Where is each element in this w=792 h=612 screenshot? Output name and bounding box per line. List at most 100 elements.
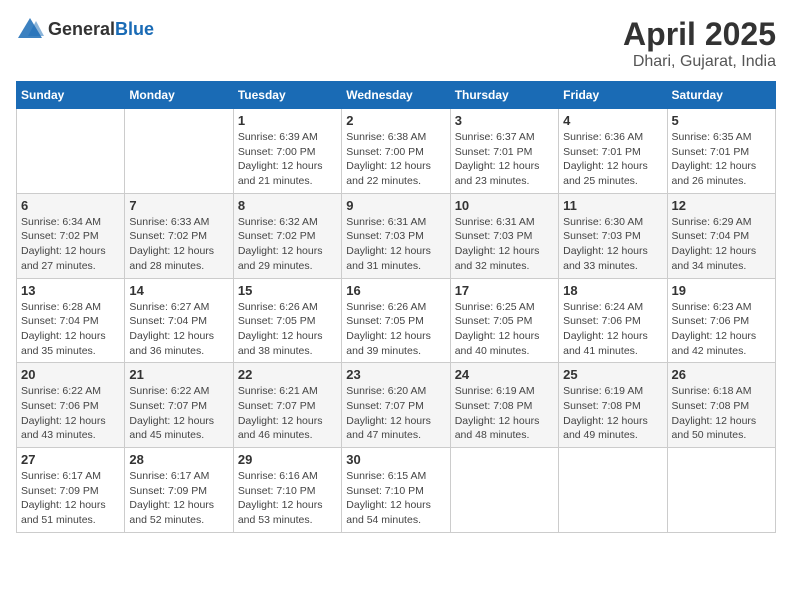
day-detail: Sunrise: 6:26 AMSunset: 7:05 PMDaylight:… bbox=[346, 300, 445, 359]
calendar-cell: 3 Sunrise: 6:37 AMSunset: 7:01 PMDaylight… bbox=[450, 109, 558, 194]
day-number: 14 bbox=[129, 283, 228, 298]
day-number: 8 bbox=[238, 198, 337, 213]
calendar-cell: 30 Sunrise: 6:15 AMSunset: 7:10 PMDayligh… bbox=[342, 448, 450, 533]
calendar-cell: 9Sunrise: 6:31 AMSunset: 7:03 PMDaylight… bbox=[342, 193, 450, 278]
calendar-cell bbox=[667, 448, 775, 533]
calendar-cell: 10Sunrise: 6:31 AMSunset: 7:03 PMDayligh… bbox=[450, 193, 558, 278]
calendar-cell: 8Sunrise: 6:32 AMSunset: 7:02 PMDaylight… bbox=[233, 193, 341, 278]
header-monday: Monday bbox=[125, 82, 233, 109]
day-number: 7 bbox=[129, 198, 228, 213]
day-number: 4 bbox=[563, 113, 662, 128]
calendar-cell: 14 Sunrise: 6:27 AMSunset: 7:04 PMDayligh… bbox=[125, 278, 233, 363]
calendar-week-row: 6 Sunrise: 6:34 AMSunset: 7:02 PMDaylight… bbox=[17, 193, 776, 278]
calendar-cell: 2Sunrise: 6:38 AMSunset: 7:00 PMDaylight… bbox=[342, 109, 450, 194]
day-detail: Sunrise: 6:15 AMSunset: 7:10 PMDaylight:… bbox=[346, 469, 445, 528]
header-saturday: Saturday bbox=[667, 82, 775, 109]
day-detail: Sunrise: 6:20 AMSunset: 7:07 PMDaylight:… bbox=[346, 384, 445, 443]
day-detail: Sunrise: 6:31 AMSunset: 7:03 PMDaylight:… bbox=[346, 215, 445, 274]
day-detail: Sunrise: 6:19 AMSunset: 7:08 PMDaylight:… bbox=[563, 384, 662, 443]
day-number: 27 bbox=[21, 452, 120, 467]
day-number: 6 bbox=[21, 198, 120, 213]
calendar-week-row: 13 Sunrise: 6:28 AMSunset: 7:04 PMDayligh… bbox=[17, 278, 776, 363]
calendar-cell: 18 Sunrise: 6:24 AMSunset: 7:06 PMDayligh… bbox=[559, 278, 667, 363]
day-number: 21 bbox=[129, 367, 228, 382]
day-detail: Sunrise: 6:17 AMSunset: 7:09 PMDaylight:… bbox=[21, 469, 120, 528]
day-detail: Sunrise: 6:23 AMSunset: 7:06 PMDaylight:… bbox=[672, 300, 771, 359]
header-tuesday: Tuesday bbox=[233, 82, 341, 109]
day-detail: Sunrise: 6:28 AMSunset: 7:04 PMDaylight:… bbox=[21, 300, 120, 359]
calendar-cell: 29 Sunrise: 6:16 AMSunset: 7:10 PMDayligh… bbox=[233, 448, 341, 533]
day-detail: Sunrise: 6:33 AMSunset: 7:02 PMDaylight:… bbox=[129, 215, 228, 274]
day-number: 20 bbox=[21, 367, 120, 382]
day-number: 1 bbox=[238, 113, 337, 128]
day-detail: Sunrise: 6:31 AMSunset: 7:03 PMDaylight:… bbox=[455, 215, 554, 274]
day-detail: Sunrise: 6:25 AMSunset: 7:05 PMDaylight:… bbox=[455, 300, 554, 359]
calendar-week-row: 20 Sunrise: 6:22 AMSunset: 7:06 PMDayligh… bbox=[17, 363, 776, 448]
day-number: 29 bbox=[238, 452, 337, 467]
day-detail: Sunrise: 6:21 AMSunset: 7:07 PMDaylight:… bbox=[238, 384, 337, 443]
calendar-cell: 26 Sunrise: 6:18 AMSunset: 7:08 PMDayligh… bbox=[667, 363, 775, 448]
day-number: 5 bbox=[672, 113, 771, 128]
location-title: Dhari, Gujarat, India bbox=[623, 53, 776, 71]
day-detail: Sunrise: 6:22 AMSunset: 7:06 PMDaylight:… bbox=[21, 384, 120, 443]
calendar-cell: 4 Sunrise: 6:36 AMSunset: 7:01 PMDaylight… bbox=[559, 109, 667, 194]
day-number: 30 bbox=[346, 452, 445, 467]
day-detail: Sunrise: 6:34 AMSunset: 7:02 PMDaylight:… bbox=[21, 215, 120, 274]
day-number: 16 bbox=[346, 283, 445, 298]
day-number: 23 bbox=[346, 367, 445, 382]
calendar-cell: 21 Sunrise: 6:22 AMSunset: 7:07 PMDayligh… bbox=[125, 363, 233, 448]
calendar-cell: 1Sunrise: 6:39 AMSunset: 7:00 PMDaylight… bbox=[233, 109, 341, 194]
day-number: 28 bbox=[129, 452, 228, 467]
header-thursday: Thursday bbox=[450, 82, 558, 109]
calendar-cell: 13 Sunrise: 6:28 AMSunset: 7:04 PMDayligh… bbox=[17, 278, 125, 363]
day-detail: Sunrise: 6:29 AMSunset: 7:04 PMDaylight:… bbox=[672, 215, 771, 274]
day-number: 24 bbox=[455, 367, 554, 382]
calendar-cell: 20 Sunrise: 6:22 AMSunset: 7:06 PMDayligh… bbox=[17, 363, 125, 448]
calendar-cell: 15Sunrise: 6:26 AMSunset: 7:05 PMDayligh… bbox=[233, 278, 341, 363]
header-sunday: Sunday bbox=[17, 82, 125, 109]
day-number: 15 bbox=[238, 283, 337, 298]
month-title: April 2025 bbox=[623, 16, 776, 53]
day-number: 18 bbox=[563, 283, 662, 298]
page-header: GeneralBlue April 2025 Dhari, Gujarat, I… bbox=[16, 16, 776, 71]
day-detail: Sunrise: 6:18 AMSunset: 7:08 PMDaylight:… bbox=[672, 384, 771, 443]
day-detail: Sunrise: 6:36 AMSunset: 7:01 PMDaylight:… bbox=[563, 130, 662, 189]
weekday-header-row: Sunday Monday Tuesday Wednesday Thursday… bbox=[17, 82, 776, 109]
calendar-cell bbox=[559, 448, 667, 533]
day-number: 22 bbox=[238, 367, 337, 382]
day-number: 17 bbox=[455, 283, 554, 298]
day-detail: Sunrise: 6:24 AMSunset: 7:06 PMDaylight:… bbox=[563, 300, 662, 359]
calendar-cell bbox=[450, 448, 558, 533]
calendar-cell: 6 Sunrise: 6:34 AMSunset: 7:02 PMDaylight… bbox=[17, 193, 125, 278]
day-number: 25 bbox=[563, 367, 662, 382]
day-detail: Sunrise: 6:30 AMSunset: 7:03 PMDaylight:… bbox=[563, 215, 662, 274]
calendar-cell: 7 Sunrise: 6:33 AMSunset: 7:02 PMDaylight… bbox=[125, 193, 233, 278]
day-detail: Sunrise: 6:17 AMSunset: 7:09 PMDaylight:… bbox=[129, 469, 228, 528]
day-detail: Sunrise: 6:27 AMSunset: 7:04 PMDaylight:… bbox=[129, 300, 228, 359]
header-wednesday: Wednesday bbox=[342, 82, 450, 109]
calendar-body: 1Sunrise: 6:39 AMSunset: 7:00 PMDaylight… bbox=[17, 109, 776, 533]
header-friday: Friday bbox=[559, 82, 667, 109]
calendar-week-row: 27 Sunrise: 6:17 AMSunset: 7:09 PMDayligh… bbox=[17, 448, 776, 533]
day-number: 13 bbox=[21, 283, 120, 298]
day-number: 26 bbox=[672, 367, 771, 382]
day-detail: Sunrise: 6:22 AMSunset: 7:07 PMDaylight:… bbox=[129, 384, 228, 443]
day-detail: Sunrise: 6:19 AMSunset: 7:08 PMDaylight:… bbox=[455, 384, 554, 443]
calendar-cell: 5 Sunrise: 6:35 AMSunset: 7:01 PMDaylight… bbox=[667, 109, 775, 194]
title-area: April 2025 Dhari, Gujarat, India bbox=[623, 16, 776, 71]
calendar-cell: 24 Sunrise: 6:19 AMSunset: 7:08 PMDayligh… bbox=[450, 363, 558, 448]
calendar-cell: 12Sunrise: 6:29 AMSunset: 7:04 PMDayligh… bbox=[667, 193, 775, 278]
calendar-cell: 28 Sunrise: 6:17 AMSunset: 7:09 PMDayligh… bbox=[125, 448, 233, 533]
day-number: 11 bbox=[563, 198, 662, 213]
logo-icon bbox=[16, 16, 44, 44]
calendar-week-row: 1Sunrise: 6:39 AMSunset: 7:00 PMDaylight… bbox=[17, 109, 776, 194]
calendar-cell: 19 Sunrise: 6:23 AMSunset: 7:06 PMDayligh… bbox=[667, 278, 775, 363]
calendar-table: Sunday Monday Tuesday Wednesday Thursday… bbox=[16, 81, 776, 533]
day-number: 3 bbox=[455, 113, 554, 128]
calendar-cell: 25 Sunrise: 6:19 AMSunset: 7:08 PMDayligh… bbox=[559, 363, 667, 448]
day-detail: Sunrise: 6:37 AMSunset: 7:01 PMDaylight:… bbox=[455, 130, 554, 189]
day-number: 19 bbox=[672, 283, 771, 298]
day-detail: Sunrise: 6:35 AMSunset: 7:01 PMDaylight:… bbox=[672, 130, 771, 189]
day-detail: Sunrise: 6:16 AMSunset: 7:10 PMDaylight:… bbox=[238, 469, 337, 528]
calendar-cell: 17 Sunrise: 6:25 AMSunset: 7:05 PMDayligh… bbox=[450, 278, 558, 363]
